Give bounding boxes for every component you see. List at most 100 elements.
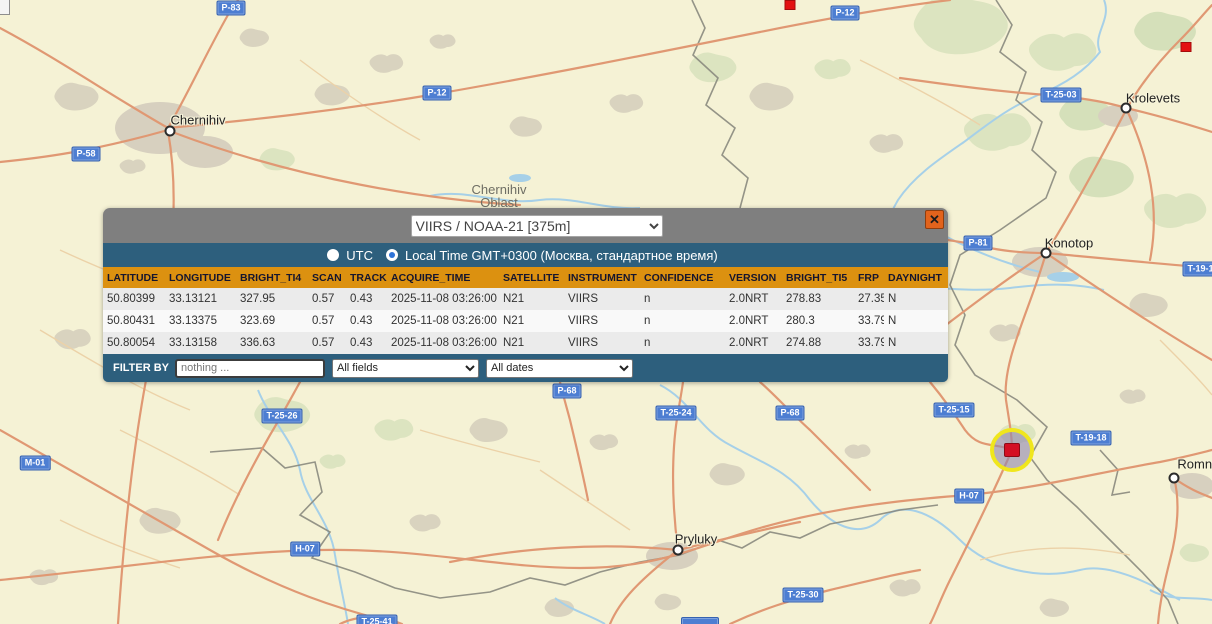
column-header: BRIGHT_TI5	[782, 267, 854, 288]
road-label: H-07	[954, 488, 984, 504]
city-label: Pryluky	[674, 531, 718, 547]
table-cell: 327.95	[236, 288, 308, 310]
road-label: T-19-18	[1182, 261, 1212, 277]
table-cell: 2.0NRT	[725, 310, 782, 332]
map-zoom-control-partial[interactable]	[0, 0, 10, 15]
road-label: P-68	[775, 405, 805, 421]
local-time-radio[interactable]	[385, 249, 398, 261]
table-cell: 2.0NRT	[725, 288, 782, 310]
fire-marker[interactable]	[1180, 42, 1192, 52]
filter-dates-select[interactable]: All dates	[486, 358, 634, 378]
table-cell: n	[640, 310, 725, 332]
table-cell: 0.57	[308, 332, 346, 354]
table-cell: 33.13121	[165, 288, 236, 310]
city-marker	[672, 544, 684, 556]
table-cell: N21	[499, 310, 564, 332]
map-viewport[interactable]: P-83 P-12 P-12 P-58 T-25-03 P-81 T-19-18 T-25-1…	[0, 0, 1212, 624]
table-cell: 2025-11-08 03:26:00	[387, 288, 499, 310]
table-cell: 33.79	[854, 310, 884, 332]
table-cell: 2.0NRT	[725, 332, 782, 354]
road-label: P-58	[71, 146, 101, 162]
column-header: VERSION	[725, 267, 782, 288]
road-label: T-25-26	[261, 408, 303, 424]
city-label: Konotop	[1044, 235, 1094, 251]
table-row[interactable]: 50.80054 33.13158 336.63 0.57 0.43 2025-11-08…	[103, 332, 948, 354]
table-row[interactable]: 50.80431 33.13375 323.69 0.57 0.43 2025-11-08…	[103, 310, 948, 332]
table-cell: 33.13158	[165, 332, 236, 354]
road-label: P-81	[963, 235, 993, 251]
dataset-select[interactable]: VIIRS / NOAA-21 [375m]	[410, 214, 663, 237]
city-marker	[1168, 472, 1180, 484]
region-label: Chernihiv Oblast	[471, 182, 527, 210]
column-header: DAYNIGHT	[884, 267, 948, 288]
city-marker	[1040, 247, 1052, 259]
road-label-partial	[681, 617, 719, 624]
filter-text-input[interactable]	[175, 358, 326, 378]
time-toggle-bar: UTC Local Time GMT+0300 (Москва, стандар…	[103, 243, 948, 267]
road-label: T-25-03	[1040, 87, 1082, 103]
road-label: T-25-15	[933, 402, 975, 418]
road-label: M-01	[19, 455, 51, 471]
column-header: SATELLITE	[499, 267, 564, 288]
table-cell: N	[884, 288, 948, 310]
table-cell: 278.83	[782, 288, 854, 310]
column-header: ACQUIRE_TIME	[387, 267, 499, 288]
table-cell: n	[640, 332, 725, 354]
fire-table-body: 50.80399 33.13121 327.95 0.57 0.43 2025-11-08…	[103, 288, 948, 354]
column-header: TRACK	[346, 267, 387, 288]
filter-by-label: FILTER BY	[113, 362, 170, 374]
table-cell: N	[884, 310, 948, 332]
road-label: T-25-24	[655, 405, 697, 421]
fire-detail-popup: VIIRS / NOAA-21 [375m] ✕ UTC Local Time …	[103, 208, 948, 382]
city-label: Chernihiv	[170, 112, 226, 128]
table-cell: 50.80431	[103, 310, 165, 332]
fire-marker-core	[1004, 443, 1020, 457]
table-cell: 0.57	[308, 310, 346, 332]
city-label: Romny	[1177, 456, 1212, 472]
city-marker	[1120, 102, 1132, 114]
utc-radio-label[interactable]: UTC	[346, 248, 373, 263]
table-row[interactable]: 50.80399 33.13121 327.95 0.57 0.43 2025-11-08…	[103, 288, 948, 310]
table-cell: n	[640, 288, 725, 310]
road-label: T-25-41	[356, 614, 398, 624]
local-time-radio-label[interactable]: Local Time GMT+0300 (Москва, стандартное…	[405, 248, 718, 263]
utc-radio[interactable]	[327, 249, 340, 261]
fire-marker-highlighted[interactable]	[990, 428, 1034, 472]
column-header: CONFIDENCE	[640, 267, 725, 288]
fire-table-head-row: LATITUDE LONGITUDE BRIGHT_TI4 SCAN TRACK ACQU…	[103, 267, 948, 288]
table-cell: 50.80399	[103, 288, 165, 310]
table-cell: N21	[499, 332, 564, 354]
column-header: SCAN	[308, 267, 346, 288]
column-header: INSTRUMENT	[564, 267, 640, 288]
table-cell: 33.79	[854, 332, 884, 354]
filter-fields-select[interactable]: All fields	[332, 358, 480, 378]
close-icon: ✕	[929, 212, 940, 227]
road-label: T-19-18	[1070, 430, 1112, 446]
table-cell: 274.88	[782, 332, 854, 354]
table-cell: 33.13375	[165, 310, 236, 332]
table-cell: 336.63	[236, 332, 308, 354]
city-marker	[164, 125, 176, 137]
close-button[interactable]: ✕	[925, 210, 944, 229]
city-label: Krolevets	[1125, 90, 1181, 106]
column-header: LATITUDE	[103, 267, 165, 288]
road-label: H-07	[290, 541, 320, 557]
table-cell: VIIRS	[564, 310, 640, 332]
popup-header: VIIRS / NOAA-21 [375m] ✕	[103, 208, 948, 243]
table-cell: 2025-11-08 03:26:00	[387, 332, 499, 354]
column-header: BRIGHT_TI4	[236, 267, 308, 288]
road-label: P-68	[552, 383, 582, 399]
fire-marker[interactable]	[784, 0, 796, 10]
table-cell: N	[884, 332, 948, 354]
table-cell: 0.43	[346, 288, 387, 310]
table-cell: 27.35	[854, 288, 884, 310]
fire-table: LATITUDE LONGITUDE BRIGHT_TI4 SCAN TRACK ACQU…	[103, 267, 948, 354]
table-cell: 0.43	[346, 332, 387, 354]
road-label: P-12	[830, 5, 860, 21]
column-header: FRP	[854, 267, 884, 288]
table-cell: 2025-11-08 03:26:00	[387, 310, 499, 332]
table-cell: VIIRS	[564, 332, 640, 354]
road-label: P-12	[422, 85, 452, 101]
road-label: P-83	[216, 0, 246, 16]
table-cell: VIIRS	[564, 288, 640, 310]
